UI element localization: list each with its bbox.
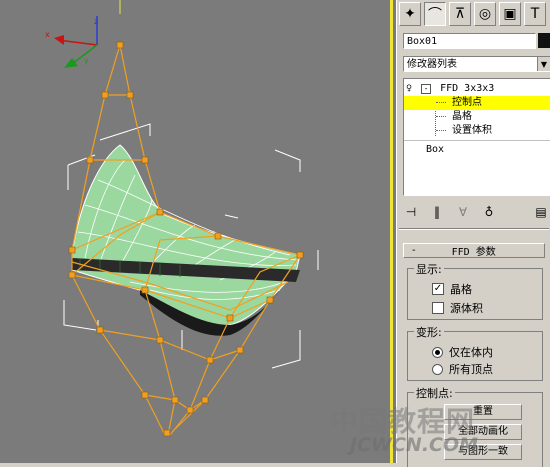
show-end-result-icon[interactable]: ‖ [427, 203, 447, 221]
ffd-parameters-rollout-header[interactable]: - FFD 参数 [403, 243, 545, 258]
lattice-checkbox[interactable]: ✓ 晶格 [432, 281, 472, 297]
display-group: 显示: ✓ 晶格 源体积 [407, 261, 543, 320]
all-vertices-label: 所有顶点 [449, 363, 493, 376]
stack-item-box[interactable]: Box [426, 143, 444, 157]
make-unique-icon[interactable]: ∀ [453, 203, 473, 221]
only-in-volume-radio-dot[interactable] [432, 346, 443, 358]
rollout-title: FFD 参数 [451, 247, 496, 258]
all-vertices-radio[interactable]: 所有顶点 [432, 361, 493, 377]
display-group-title: 显示: [414, 261, 444, 277]
deform-group: 变形: 仅在体内 所有顶点 [407, 324, 543, 381]
reset-button[interactable]: 重置 [444, 404, 522, 420]
modifier-stack[interactable]: ♀ - FFD 3x3x3 控制点 晶格 设置体积 Box [403, 78, 550, 196]
lattice-checkbox-label: 晶格 [450, 283, 472, 296]
modifier-list-dropdown[interactable]: 修改器列表 ▼ [403, 56, 550, 72]
stack-item-ffd-label: FFD 3x3x3 [440, 83, 495, 94]
deform-group-title: 变形: [414, 324, 444, 340]
perspective-viewport[interactable]: z x y [0, 0, 396, 463]
stack-toolbar: ⊣ ‖ ∀ ♁ ▤ [401, 202, 550, 222]
stack-item-ffd[interactable]: ♀ - FFD 3x3x3 [406, 82, 494, 96]
source-volume-checkbox-label: 源体积 [450, 302, 483, 315]
hierarchy-tab-icon[interactable]: ⊼ [449, 2, 471, 26]
only-in-volume-radio[interactable]: 仅在体内 [432, 344, 493, 360]
modifier-list-label: 修改器列表 [407, 59, 457, 70]
stack-divider [404, 140, 550, 141]
display-tab-icon[interactable]: ▣ [499, 2, 521, 26]
stack-item-lattice[interactable]: 晶格 [404, 110, 472, 124]
svg-text:x: x [45, 30, 50, 39]
svg-text:z: z [94, 17, 98, 26]
pin-stack-icon[interactable]: ⊣ [401, 203, 421, 221]
stack-item-lattice-label: 晶格 [452, 111, 473, 122]
object-name-field[interactable]: Box01 [403, 33, 536, 49]
conform-to-shape-button[interactable]: 与图形一致 [444, 444, 522, 460]
lightbulb-icon[interactable]: ♀ [406, 83, 412, 94]
lattice-checkbox-box[interactable]: ✓ [432, 283, 444, 295]
command-panel-tabs: ✦ ⌒ ⊼ ◎ ▣ T [399, 2, 546, 28]
stack-item-set-volume[interactable]: 设置体积 [404, 124, 492, 138]
control-points-group: 控制点: 重置 全部动画化 与图形一致 [407, 385, 543, 467]
stack-item-box-label: Box [426, 144, 445, 155]
collapse-toggle-icon[interactable]: - [421, 84, 432, 94]
remove-modifier-icon[interactable]: ♁ [479, 203, 499, 221]
panel-separator [399, 228, 549, 230]
animate-all-button[interactable]: 全部动画化 [444, 424, 522, 440]
modify-tab-icon[interactable]: ⌒ [424, 2, 446, 26]
utilities-tab-icon[interactable]: T [524, 2, 546, 26]
configure-sets-icon[interactable]: ▤ [531, 203, 550, 221]
source-volume-checkbox[interactable]: 源体积 [432, 300, 483, 316]
motion-tab-icon[interactable]: ◎ [474, 2, 496, 26]
control-points-group-title: 控制点: [414, 385, 455, 401]
svg-text:y: y [84, 56, 89, 65]
stack-item-set-volume-label: 设置体积 [452, 125, 493, 136]
only-in-volume-label: 仅在体内 [449, 346, 493, 359]
object-color-swatch[interactable] [538, 33, 550, 48]
all-vertices-radio-dot[interactable] [432, 363, 443, 375]
stack-item-control-points-label: 控制点 [452, 97, 483, 108]
chevron-down-icon[interactable]: ▼ [537, 57, 550, 71]
viewport-scene: z x y [45, 0, 319, 437]
stack-item-control-points[interactable]: 控制点 [404, 96, 550, 110]
axis-tripod-icon: z x y [45, 16, 98, 68]
create-tab-icon[interactable]: ✦ [399, 2, 421, 26]
command-panel: ✦ ⌒ ⊼ ◎ ▣ T Box01 修改器列表 ▼ ♀ - FFD 3x3x3 … [396, 0, 550, 467]
collapse-rollout-icon: - [412, 245, 416, 256]
source-volume-checkbox-box[interactable] [432, 302, 444, 314]
